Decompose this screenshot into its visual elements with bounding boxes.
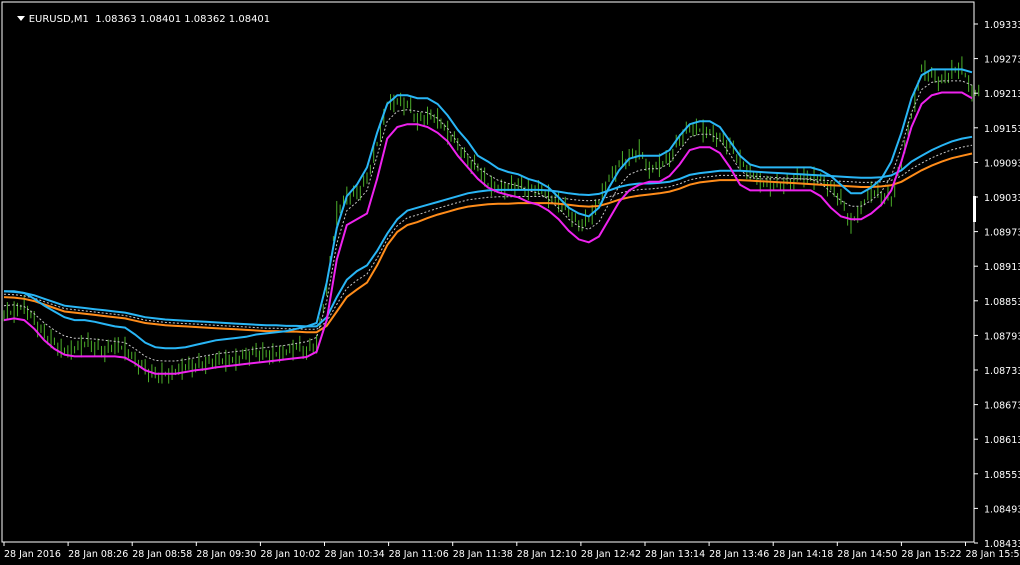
x-tick-label: 28 Jan 15:22 <box>901 549 961 560</box>
ohlc-values: 1.08363 1.08401 1.08362 1.08401 <box>95 14 271 25</box>
x-tick-label: 28 Jan 2016 <box>4 549 61 560</box>
y-tick-label: 1.08553 <box>984 470 1020 481</box>
x-tick-label: 28 Jan 09:30 <box>196 549 256 560</box>
y-tick-label: 1.08973 <box>984 228 1020 239</box>
y-tick-label: 1.09213 <box>984 89 1020 100</box>
x-tick-label: 28 Jan 11:06 <box>389 549 449 560</box>
x-tick-label: 28 Jan 11:38 <box>453 549 513 560</box>
y-tick-label: 1.08793 <box>984 331 1020 342</box>
y-tick-label: 1.08613 <box>984 435 1020 446</box>
y-tick-label: 1.09153 <box>984 124 1020 135</box>
x-tick-label: 28 Jan 08:58 <box>132 549 192 560</box>
y-tick-label: 1.09033 <box>984 193 1020 204</box>
y-tick-label: 1.08913 <box>984 262 1020 273</box>
fast-mid-line <box>3 80 973 362</box>
current-price-marker <box>973 196 976 222</box>
plot-frame <box>1 1 975 543</box>
symbol-label: EURUSD,M1 <box>28 14 89 25</box>
x-tick-label: 28 Jan 08:26 <box>68 549 128 560</box>
y-tick-label: 1.08853 <box>984 297 1020 308</box>
x-tick-label: 28 Jan 10:34 <box>325 549 385 560</box>
y-tick-label: 1.08493 <box>984 504 1020 515</box>
y-tick-label: 1.09093 <box>984 158 1020 169</box>
chart-window[interactable]: EURUSD,M1 1.08363 1.08401 1.08362 1.0840… <box>0 0 1020 565</box>
x-tick-label: 28 Jan 12:42 <box>581 549 641 560</box>
y-tick-label: 1.08673 <box>984 401 1020 412</box>
slow-lower-line <box>3 152 973 334</box>
x-tick-label: 28 Jan 13:14 <box>645 549 705 560</box>
x-tick-label: 28 Jan 15:54 <box>966 549 1020 560</box>
y-tick-label: 1.08733 <box>984 366 1020 377</box>
x-tick-label: 28 Jan 14:50 <box>837 549 897 560</box>
x-tick-label: 28 Jan 10:02 <box>260 549 320 560</box>
chart-header: EURUSD,M1 1.08363 1.08401 1.08362 1.0840… <box>4 3 270 36</box>
x-tick-label: 28 Jan 14:18 <box>773 549 833 560</box>
price-chart[interactable]: 1.09333 1.09273 1.09213 1.09153 1.09093 1.090… <box>0 0 1020 565</box>
y-tick-label: 1.09273 <box>984 55 1020 66</box>
slow-upper-line <box>3 135 973 328</box>
fast-upper-line <box>4 68 973 350</box>
fast-lower-line <box>3 91 973 375</box>
x-tick-label: 28 Jan 12:10 <box>517 549 577 560</box>
dropdown-triangle-icon[interactable] <box>16 16 25 21</box>
y-tick-label: 1.09333 <box>984 20 1020 31</box>
x-tick-label: 28 Jan 13:46 <box>709 549 769 560</box>
